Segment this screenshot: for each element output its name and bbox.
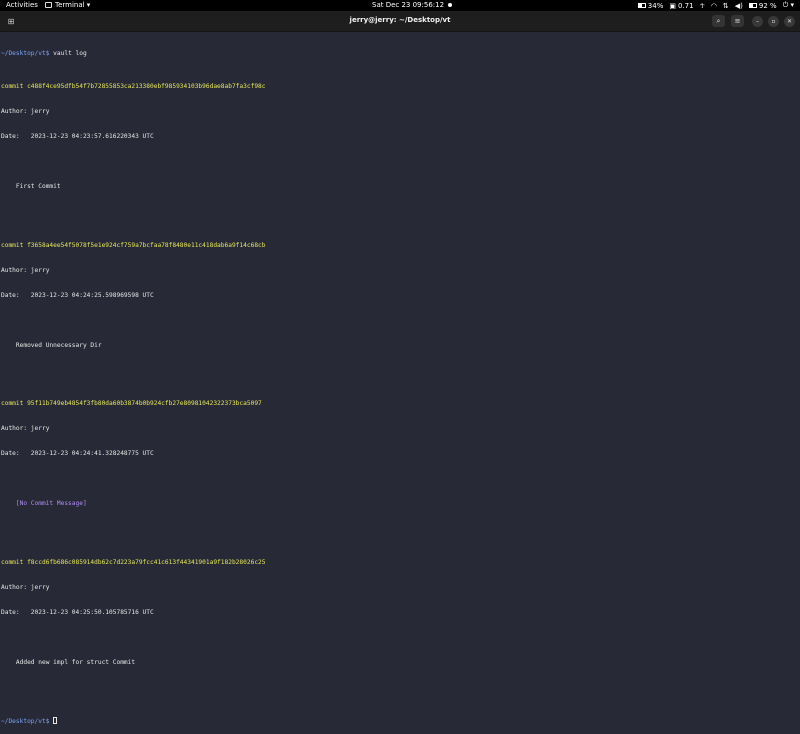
load-indicator-text: 0.71 — [677, 1, 694, 10]
accessibility-icon[interactable]: ☥ — [700, 2, 705, 10]
system-top-bar: Activities Terminal ▾ Sat Dec 23 09:56:1… — [0, 0, 800, 11]
commit-hash-line: commit f3658a4ee54f5078f5e1e924cf759a7bc… — [1, 241, 266, 249]
system-tray[interactable]: 34% ▣ 0.71 ☥ ◠ ⇅ ◀) 92 % ⏻ ▾ — [637, 1, 794, 10]
notification-dot-icon — [448, 3, 453, 7]
terminal-output[interactable]: ~/Desktop/vt$ vault log commit c488f4ce9… — [1, 33, 799, 726]
final-prompt-line[interactable]: ~/Desktop/vt$ — [1, 717, 799, 725]
speaker-icon: ◀) — [734, 1, 743, 10]
window-title: jerry@jerry: ~/Desktop/vt — [349, 16, 451, 24]
clock[interactable]: Sat Dec 23 09:56:12 — [372, 1, 453, 9]
network-icon[interactable]: ⇅ — [723, 2, 729, 10]
commit-message: First Commit — [1, 183, 61, 191]
app-menu-terminal[interactable]: Terminal ▾ — [45, 1, 90, 9]
commit-author: Author: jerry — [1, 583, 50, 591]
battery-indicator[interactable]: 34% — [637, 1, 664, 10]
shell-prompt: ~/Desktop/vt$ — [1, 49, 50, 57]
commit-date: Date: 2023-12-23 04:25:50.105785716 UTC — [1, 608, 154, 616]
commit-author: Author: jerry — [1, 266, 50, 274]
clock-text: Sat Dec 23 09:56:12 — [372, 1, 445, 9]
commit-hash-line: commit f8ccd6fb686c085914db62c7d223a79fc… — [1, 558, 266, 566]
terminal-header-bar: ⊞ jerry@jerry: ~/Desktop/vt ⌕ ≡ – ▫ ✕ — [0, 11, 800, 32]
commit-date: Date: 2023-12-23 04:23:57.616220343 UTC — [1, 133, 154, 141]
close-button[interactable]: ✕ — [784, 16, 795, 27]
command-line: ~/Desktop/vt$ vault log — [1, 50, 799, 58]
shell-prompt: ~/Desktop/vt$ — [1, 718, 50, 726]
typed-command: vault log — [49, 49, 87, 57]
power-menu-icon[interactable]: ⏻ ▾ — [783, 1, 794, 10]
maximize-button[interactable]: ▫ — [768, 16, 779, 27]
terminal-app-icon — [45, 2, 52, 8]
commit-hash-line: commit c488f4ce95dfb54f7b72855853ca21338… — [1, 83, 266, 91]
chip-icon: ▣ — [669, 1, 676, 10]
commit-author: Author: jerry — [1, 108, 50, 116]
activities-button[interactable]: Activities — [6, 1, 38, 9]
commit-message: Removed Unnecessary Dir — [1, 341, 102, 349]
volume-indicator[interactable]: ◀) — [735, 2, 743, 10]
commit-message: Added new impl for struct Commit — [1, 658, 136, 666]
commit-author: Author: jerry — [1, 425, 50, 433]
commit-date: Date: 2023-12-23 04:24:25.598969598 UTC — [1, 291, 154, 299]
search-icon[interactable]: ⌕ — [712, 15, 725, 27]
app-menu-label: Terminal ▾ — [55, 1, 91, 9]
minimize-button[interactable]: – — [752, 16, 763, 27]
text-cursor — [53, 717, 58, 725]
load-indicator[interactable]: ▣ 0.71 — [669, 2, 693, 10]
commit-hash-line: commit 95f11b749eb4854f3fb80da60b3874b0b… — [1, 400, 262, 408]
volume-percent-text: 92 % — [758, 1, 777, 10]
battery-level-icon — [748, 3, 757, 8]
volume-percent[interactable]: 92 % — [748, 1, 777, 10]
hamburger-menu-icon[interactable]: ≡ — [731, 15, 744, 27]
commit-date: Date: 2023-12-23 04:24:41.328248775 UTC — [1, 450, 154, 458]
battery-icon — [637, 3, 646, 8]
commit-message-empty: [No Commit Message] — [1, 500, 87, 508]
wifi-icon[interactable]: ◠ — [711, 2, 717, 10]
battery-indicator-text: 34% — [647, 1, 664, 10]
